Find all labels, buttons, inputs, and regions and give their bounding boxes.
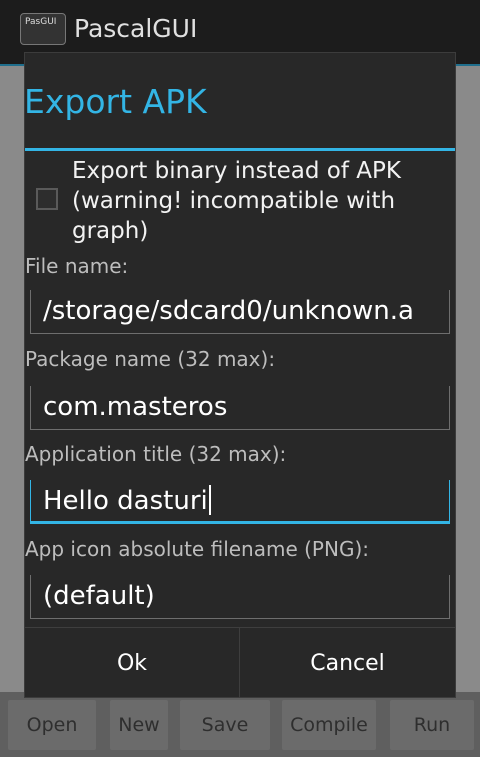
package-name-input[interactable]: com.masteros (30, 386, 450, 430)
application-title-label: Application title (32 max): (25, 442, 287, 466)
file-name-label: File name: (25, 254, 129, 278)
export-binary-label[interactable]: Export binary instead of APK (warning! i… (72, 156, 442, 246)
app-icon-input[interactable]: (default) (30, 575, 450, 619)
application-title-value: Hello dasturi (43, 486, 208, 516)
run-button[interactable]: Run (390, 700, 474, 750)
compile-button[interactable]: Compile (282, 700, 376, 750)
app-icon-label: App icon absolute filename (PNG): (25, 537, 369, 561)
title-divider (25, 148, 455, 151)
open-button[interactable]: Open (8, 700, 96, 750)
file-name-input[interactable]: /storage/sdcard0/unknown.a (30, 290, 450, 334)
app-logo-icon: PasGUI (20, 13, 66, 45)
export-binary-checkbox[interactable] (36, 188, 58, 210)
dialog-title: Export APK (24, 82, 207, 121)
ok-button[interactable]: Ok (25, 628, 239, 698)
app-title: PascalGUI (74, 14, 198, 43)
text-cursor (208, 485, 211, 515)
new-button[interactable]: New (110, 700, 168, 750)
cancel-button[interactable]: Cancel (240, 628, 455, 698)
application-title-input[interactable]: Hello dasturi (30, 480, 450, 524)
package-name-label: Package name (32 max): (25, 347, 276, 371)
save-button[interactable]: Save (180, 700, 270, 750)
